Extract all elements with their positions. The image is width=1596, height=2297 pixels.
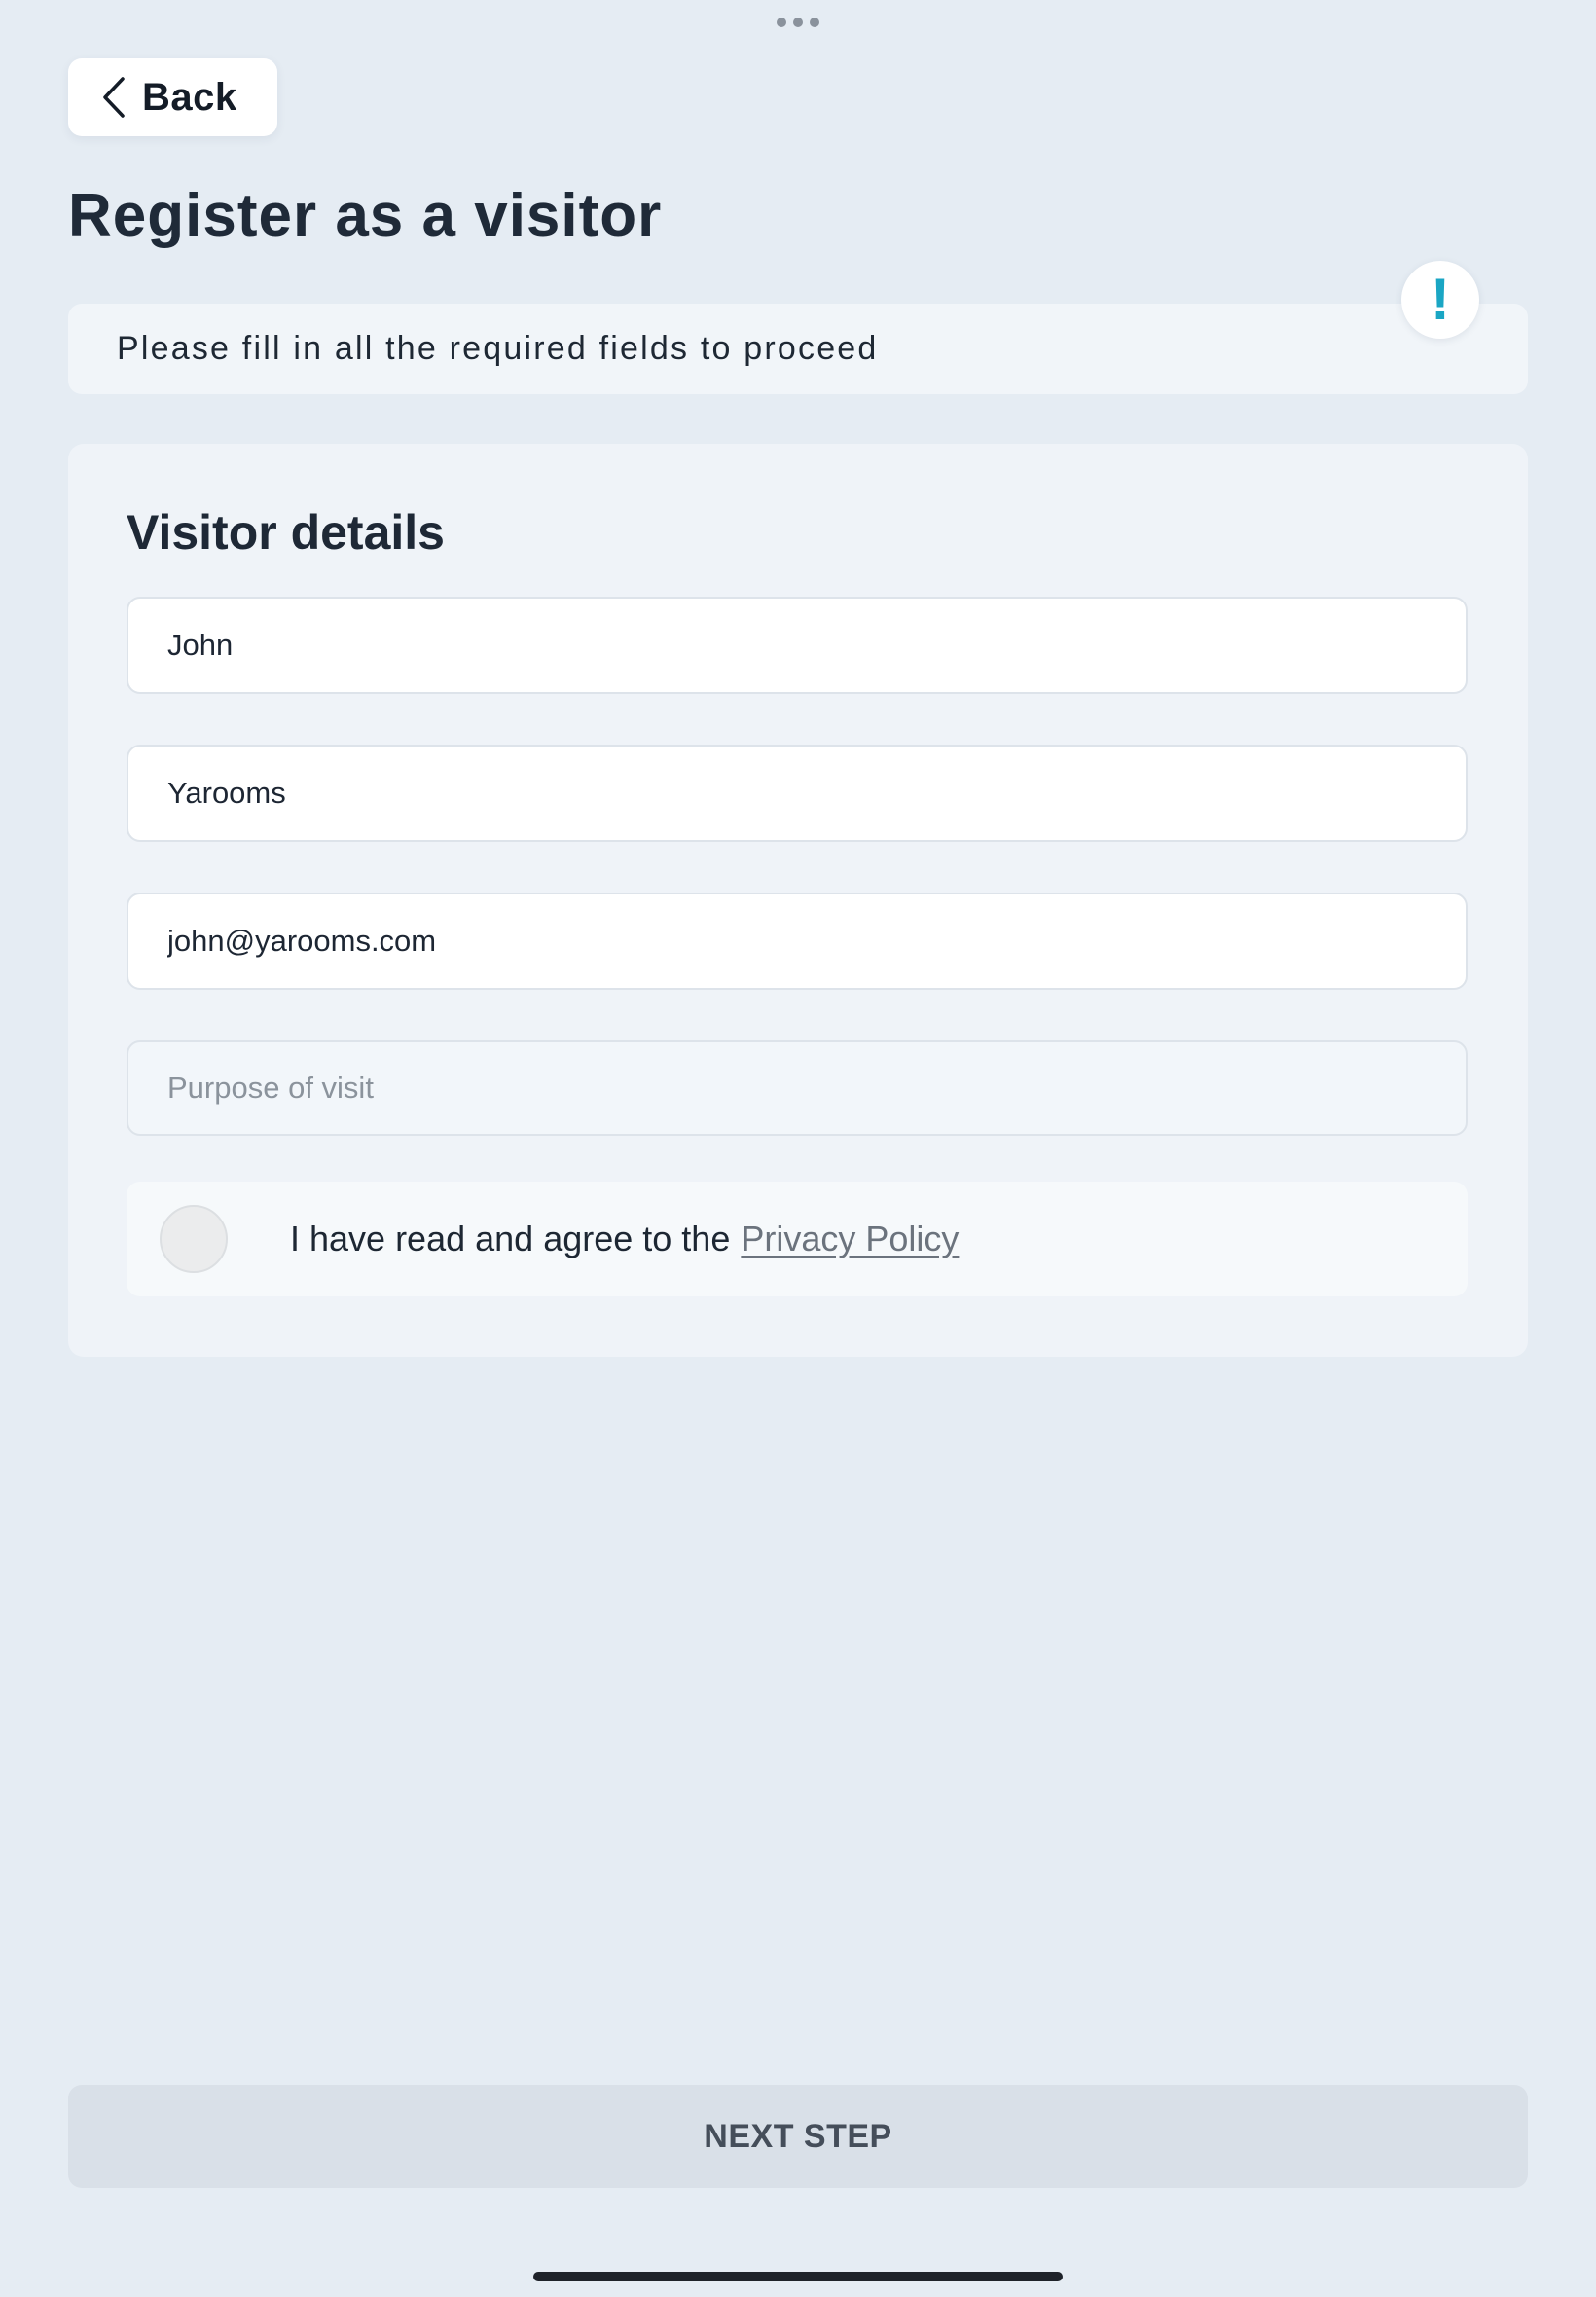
dot (810, 18, 819, 27)
purpose-of-visit-field[interactable] (127, 1040, 1468, 1136)
privacy-checkbox[interactable] (160, 1205, 228, 1273)
last-name-field[interactable] (127, 745, 1468, 842)
back-button-label: Back (142, 75, 237, 119)
next-step-button[interactable]: NEXT STEP (68, 2085, 1528, 2188)
visitor-details-card: Visitor details I have read and agree to… (68, 444, 1528, 1357)
chevron-left-icon (103, 77, 125, 118)
privacy-agreement-text: I have read and agree to the (290, 1219, 731, 1258)
required-fields-notice: Please fill in all the required fields t… (68, 304, 1528, 394)
privacy-policy-link[interactable]: Privacy Policy (741, 1219, 959, 1259)
back-button[interactable]: Back (68, 58, 277, 136)
privacy-agreement-row: I have read and agree to the Privacy Pol… (127, 1182, 1468, 1296)
dot (777, 18, 786, 27)
visitor-details-title: Visitor details (127, 505, 445, 560)
multitask-dots-icon[interactable] (777, 17, 819, 28)
dot (793, 18, 803, 27)
page-title: Register as a visitor (68, 182, 663, 249)
exclamation-icon: ! (1401, 261, 1479, 339)
home-indicator[interactable] (533, 2272, 1063, 2281)
first-name-field[interactable] (127, 597, 1468, 694)
notice-text: Please fill in all the required fields t… (117, 330, 879, 367)
email-field[interactable] (127, 893, 1468, 990)
